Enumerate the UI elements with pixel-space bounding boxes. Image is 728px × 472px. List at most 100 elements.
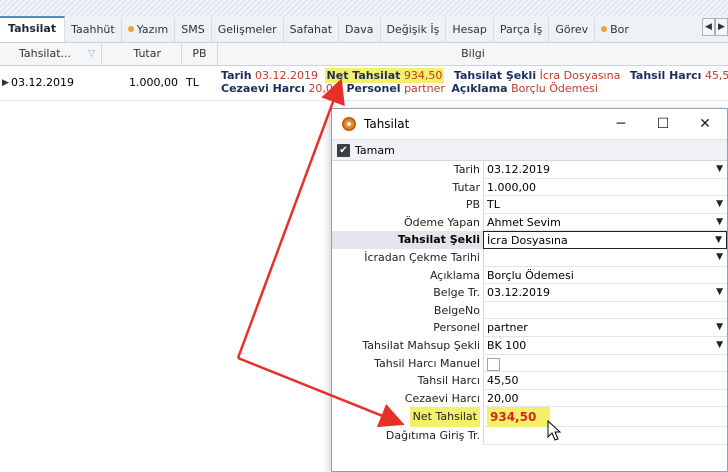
field-label: Tarih xyxy=(453,163,480,176)
tahsilat-mahsup-sekli-select[interactable]: BK 100 ▼ xyxy=(483,336,727,355)
tab-label: Yazım xyxy=(136,23,169,36)
tab-dava[interactable]: Dava xyxy=(339,18,381,42)
info-label: Tahsilat Şekli xyxy=(453,69,537,82)
tahsil-harci-manuel-checkbox[interactable] xyxy=(487,357,500,371)
scroll-left-icon[interactable]: ◀ xyxy=(702,18,715,36)
belgeno-input[interactable] xyxy=(483,301,727,320)
col-header-bilgi[interactable]: Bilgi xyxy=(218,43,728,65)
tab-hesap[interactable]: Hesap xyxy=(446,18,494,42)
field-label: BelgeNo xyxy=(433,303,480,317)
dagitima-giris-tr-input[interactable] xyxy=(483,427,727,445)
tab-safahat[interactable]: Safahat xyxy=(284,18,340,42)
dialog-title: Tahsilat xyxy=(364,117,410,131)
field-icradan-cekme-tarihi: İcradan Çekme Tarihi ▼ xyxy=(332,248,727,267)
row-tutar: 1.000,00 xyxy=(129,76,178,89)
dialog-title-bar[interactable]: Tahsilat ─ ☐ ✕ xyxy=(332,109,727,140)
field-value: partner xyxy=(487,321,528,335)
field-dagitima-giris-tr: Dağıtıma Giriş Tr. xyxy=(332,427,727,445)
tab-taahhut[interactable]: Taahhüt xyxy=(65,18,122,42)
scroll-right-icon[interactable]: ▶ xyxy=(715,18,728,36)
net-tahsilat-input[interactable]: 934,50 xyxy=(483,407,727,428)
dropdown-arrow-icon[interactable]: ▼ xyxy=(716,337,723,354)
net-tahsilat-highlight: Net Tahsilat 934,50 xyxy=(324,68,445,83)
ok-toolbar: ✔ Tamam xyxy=(332,140,727,161)
minimize-icon[interactable]: ─ xyxy=(603,113,639,135)
tab-sms[interactable]: SMS xyxy=(175,18,212,42)
dropdown-arrow-icon[interactable]: ▼ xyxy=(716,196,723,213)
field-label: Belge Tr. xyxy=(433,286,480,300)
tab-parca-is[interactable]: Parça İş xyxy=(494,18,550,42)
tarih-input[interactable]: 03.12.2019 ▼ xyxy=(483,161,727,179)
aciklama-input[interactable]: Borçlu Ödemesi xyxy=(483,266,727,285)
dropdown-arrow-icon[interactable]: ▼ xyxy=(716,319,723,336)
info-label: Açıklama xyxy=(451,82,508,95)
field-odeme-yapan: Ödeme Yapan Ahmet Sevim ▼ xyxy=(332,213,727,232)
tab-gelismeler[interactable]: Gelişmeler xyxy=(212,18,284,42)
dropdown-arrow-icon[interactable]: ▼ xyxy=(715,232,722,249)
field-value: 20,00 xyxy=(487,391,519,405)
tahsil-harci-manuel-field xyxy=(483,354,727,373)
pb-select[interactable]: TL ▼ xyxy=(483,196,727,214)
field-label: Cezaevi Harcı xyxy=(404,391,480,405)
field-value: 03.12.2019 xyxy=(487,163,550,176)
field-aciklama: Açıklama Borçlu Ödemesi xyxy=(332,266,727,285)
field-net-tahsilat: Net Tahsilat 934,50 xyxy=(332,407,727,428)
tab-scroll-buttons: ◀ ▶ xyxy=(702,18,728,36)
field-label: Ödeme Yapan xyxy=(403,215,480,229)
cezaevi-harci-input[interactable]: 20,00 xyxy=(483,389,727,408)
red-arrow-line xyxy=(236,78,345,359)
dropdown-arrow-icon[interactable]: ▼ xyxy=(716,214,723,231)
field-value: İcra Dosyasına xyxy=(487,234,568,248)
tab-gorev[interactable]: Görev xyxy=(549,18,596,42)
personel-select[interactable]: partner ▼ xyxy=(483,319,727,337)
close-icon[interactable]: ✕ xyxy=(687,113,723,135)
icradan-cekme-tarihi-input[interactable]: ▼ xyxy=(483,248,727,267)
field-label: Personel xyxy=(433,321,480,335)
info-label: Net Tahsilat xyxy=(326,69,401,82)
info-value: 03.12.2019 xyxy=(255,69,319,82)
orange-dot-icon xyxy=(601,26,608,32)
checkmark-icon[interactable]: ✔ xyxy=(337,143,350,157)
field-label: Açıklama xyxy=(429,268,480,282)
app-icon xyxy=(342,117,356,131)
dropdown-arrow-icon[interactable]: ▼ xyxy=(716,161,723,178)
filter-icon[interactable]: ▽ xyxy=(88,43,95,65)
col-header-pb[interactable]: PB xyxy=(182,43,218,65)
field-label: Tahsil Harcı Manuel xyxy=(374,356,480,370)
field-value: Borçlu Ödemesi xyxy=(487,268,574,282)
maximize-icon[interactable]: ☐ xyxy=(645,113,681,135)
col-header-tutar[interactable]: Tutar xyxy=(102,43,182,65)
field-tahsilat-mahsup-sekli: Tahsilat Mahsup Şekli BK 100 ▼ xyxy=(332,336,727,355)
odeme-yapan-select[interactable]: Ahmet Sevim ▼ xyxy=(483,213,727,232)
field-value: BK 100 xyxy=(487,338,527,352)
field-value: Ahmet Sevim xyxy=(487,215,561,229)
col-header-label: Tahsilat... xyxy=(19,47,71,60)
field-tahsilat-sekli: Tahsilat Şekli İcra Dosyasına ▼ xyxy=(332,231,727,249)
table-row[interactable]: ▶ 03.12.2019 1.000,00 TL Tarih 03.12.201… xyxy=(0,66,728,101)
row-info: Tarih 03.12.2019 Net Tahsilat 934,50 Tah… xyxy=(221,66,728,100)
tab-bor[interactable]: Bor xyxy=(595,18,635,42)
dropdown-arrow-icon[interactable]: ▼ xyxy=(716,284,723,301)
tab-label: Bor xyxy=(610,23,629,36)
field-belgeno: BelgeNo xyxy=(332,301,727,320)
col-header-tahsilat[interactable]: Tahsilat... ▽ xyxy=(0,43,102,65)
tab-tahsilat[interactable]: Tahsilat xyxy=(0,16,66,42)
tab-degisik-is[interactable]: Değişik İş xyxy=(381,18,447,42)
field-label: PB xyxy=(465,198,480,212)
tahsil-harci-input[interactable]: 45,50 xyxy=(483,372,727,390)
tahsilat-sekli-select[interactable]: İcra Dosyasına ▼ xyxy=(483,231,727,249)
orange-dot-icon xyxy=(127,26,134,32)
row-date: 03.12.2019 xyxy=(11,76,74,89)
dropdown-arrow-icon[interactable]: ▼ xyxy=(716,249,723,266)
row-pb: TL xyxy=(186,76,199,89)
top-hatch-strip xyxy=(0,0,728,16)
field-label-wrap: Net Tahsilat xyxy=(332,407,483,428)
info-label: Personel xyxy=(346,82,401,95)
tab-yazim[interactable]: Yazım xyxy=(122,18,176,42)
info-label: Cezaevi Harcı xyxy=(221,82,305,95)
tutar-input[interactable]: 1.000,00 xyxy=(483,178,727,197)
field-label: İcradan Çekme Tarihi xyxy=(364,250,480,264)
info-value: İcra Dosyasına xyxy=(539,69,621,82)
belge-tr-input[interactable]: 03.12.2019 ▼ xyxy=(483,284,727,302)
ok-button[interactable]: Tamam xyxy=(355,144,395,157)
